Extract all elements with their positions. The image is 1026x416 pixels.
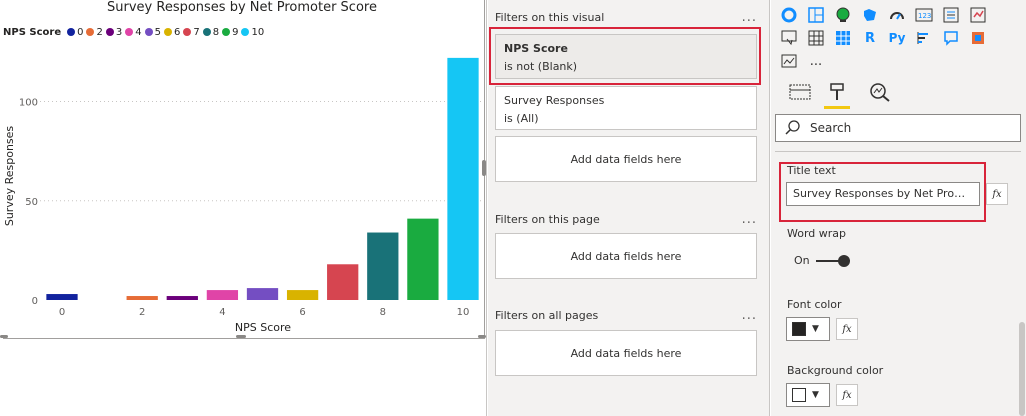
- search-input[interactable]: Search: [775, 114, 1021, 142]
- kpi-icon[interactable]: [968, 5, 988, 25]
- search-icon: [785, 120, 800, 135]
- python-icon[interactable]: Py: [887, 28, 907, 48]
- add-data-fields-visual[interactable]: Add data fields here: [495, 136, 757, 182]
- add-data-fields-page[interactable]: Add data fields here: [495, 233, 757, 279]
- font-color-picker[interactable]: ▼: [786, 317, 830, 341]
- filter-card-nps-score[interactable]: NPS Score is not (Blank): [495, 34, 757, 79]
- x-tick-label: 2: [139, 307, 145, 318]
- x-axis-label: NPS Score: [235, 321, 291, 334]
- background-color-label: Background color: [787, 364, 884, 377]
- card-icon[interactable]: 123: [914, 5, 934, 25]
- format-tab-icon[interactable]: [823, 79, 851, 105]
- toggle-knob: [837, 254, 850, 267]
- bar-nps-4[interactable]: [206, 290, 239, 300]
- more-options-icon[interactable]: ...: [742, 212, 757, 227]
- title-fx-button[interactable]: fx: [986, 183, 1008, 205]
- multi-row-card-icon[interactable]: [941, 5, 961, 25]
- more-visuals-icon[interactable]: ...: [806, 51, 826, 71]
- background-color-fx-button[interactable]: fx: [836, 384, 858, 406]
- qna-icon[interactable]: [941, 28, 961, 48]
- table-icon[interactable]: [806, 28, 826, 48]
- donut-chart-icon[interactable]: [779, 5, 799, 25]
- bars: [46, 57, 479, 300]
- more-options-icon[interactable]: ...: [742, 308, 757, 323]
- word-wrap-label: Word wrap: [787, 227, 847, 240]
- bar-nps-0[interactable]: [46, 294, 78, 300]
- font-color-label: Font color: [787, 298, 842, 311]
- title-text-input[interactable]: Survey Responses by Net Promoter Score: [786, 182, 980, 206]
- filters-visual-title: Filters on this visual: [495, 10, 605, 24]
- gridlines: [40, 101, 481, 202]
- filters-all-header: Filters on all pages ...: [495, 306, 757, 324]
- bar-nps-2[interactable]: [126, 296, 158, 300]
- bar-nps-3[interactable]: [166, 296, 198, 300]
- bar-nps-6[interactable]: [286, 290, 319, 300]
- background-color-picker[interactable]: ▼: [786, 383, 830, 407]
- paginated-report-icon[interactable]: [779, 51, 799, 71]
- filters-pane: Filters on this visual ... NPS Score is …: [488, 0, 770, 416]
- background-color-swatch: [792, 388, 806, 402]
- format-pane-scrollbar[interactable]: [1019, 322, 1025, 416]
- filters-visual-header: Filters on this visual ...: [495, 8, 757, 26]
- fields-tab-icon[interactable]: [786, 79, 814, 105]
- filter-card-survey-responses[interactable]: Survey Responses is (All): [495, 86, 757, 130]
- svg-text:123: 123: [918, 12, 931, 20]
- filters-all-title: Filters on all pages: [495, 308, 599, 322]
- y-tick-label: 100: [19, 98, 38, 109]
- search-placeholder: Search: [810, 121, 852, 135]
- x-tick-label: 4: [219, 307, 225, 318]
- x-tick-label: 0: [59, 307, 65, 318]
- r-script-icon[interactable]: R: [860, 28, 880, 48]
- filter-condition: is not (Blank): [504, 60, 578, 73]
- font-color-fx-button[interactable]: fx: [836, 318, 858, 340]
- add-data-fields-all[interactable]: Add data fields here: [495, 330, 757, 376]
- toggle-track: [815, 254, 850, 267]
- word-wrap-toggle[interactable]: On: [794, 254, 850, 267]
- active-tab-indicator: [824, 106, 850, 109]
- x-tick-label: 6: [299, 307, 305, 318]
- filled-map-icon[interactable]: [860, 5, 880, 25]
- font-color-swatch: [792, 322, 806, 336]
- chevron-down-icon: ▼: [812, 324, 819, 334]
- analytics-tab-icon[interactable]: [866, 79, 894, 105]
- bar-nps-9[interactable]: [407, 218, 439, 300]
- y-tick-label: 50: [25, 197, 38, 208]
- gauge-icon[interactable]: [887, 5, 907, 25]
- y-axis-ticks: 0 50 100: [19, 98, 38, 307]
- y-axis-label: Survey Responses: [3, 126, 16, 227]
- filters-page-header: Filters on this page ...: [495, 210, 757, 228]
- bar-nps-5[interactable]: [246, 288, 279, 300]
- key-influencers-icon[interactable]: [914, 28, 934, 48]
- filter-name: Survey Responses: [504, 94, 605, 107]
- chevron-down-icon: ▼: [812, 390, 819, 400]
- x-axis-ticks: 0 2 4 6 8 10: [59, 307, 470, 318]
- word-wrap-state: On: [794, 254, 810, 267]
- bar-nps-10[interactable]: [447, 57, 479, 300]
- matrix-icon[interactable]: [833, 28, 853, 48]
- slicer-icon[interactable]: [779, 28, 799, 48]
- bar-nps-7[interactable]: [327, 264, 359, 300]
- power-apps-icon[interactable]: [968, 28, 988, 48]
- map-icon[interactable]: [833, 5, 853, 25]
- more-options-icon[interactable]: ...: [742, 10, 757, 25]
- filter-condition: is (All): [504, 112, 539, 125]
- filter-name: NPS Score: [504, 42, 568, 55]
- treemap-icon[interactable]: [806, 5, 826, 25]
- divider: [775, 151, 1021, 152]
- bar-nps-8[interactable]: [367, 232, 399, 300]
- filters-page-title: Filters on this page: [495, 212, 600, 226]
- x-tick-label: 8: [380, 307, 386, 318]
- chart-visual[interactable]: Survey Responses by Net Promoter Score N…: [0, 0, 487, 416]
- title-text-label: Title text: [787, 164, 836, 177]
- x-tick-label: 10: [457, 307, 470, 318]
- y-tick-label: 0: [32, 296, 38, 307]
- bar-chart: 0 50 100 0 2 4 6 8 10 NPS Score Survey Response…: [3, 57, 481, 334]
